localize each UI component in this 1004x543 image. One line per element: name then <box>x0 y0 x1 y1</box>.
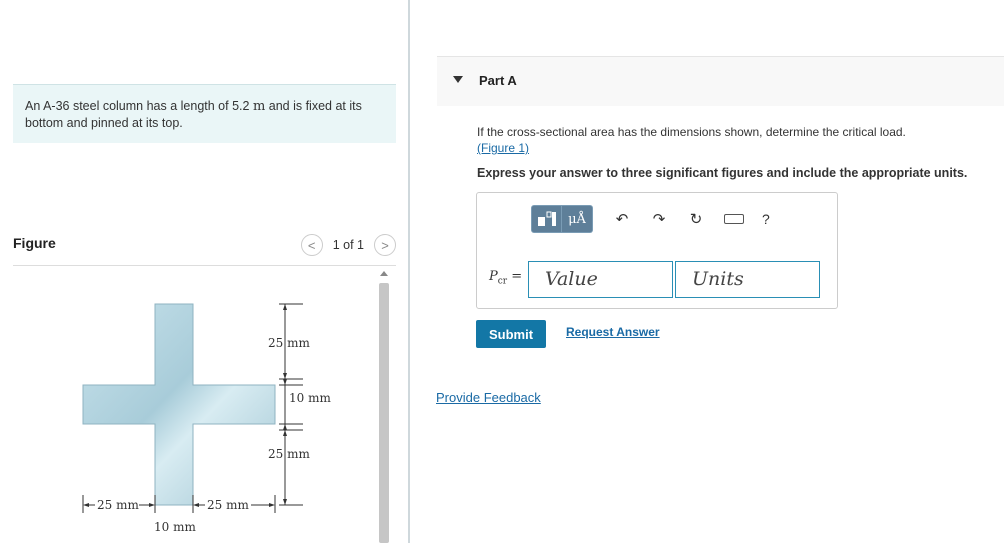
figure-image: 25 mm 10 mm 25 mm 25 mm 25 mm 10 mm <box>13 267 393 543</box>
part-title: Part A <box>479 73 517 88</box>
left-pane: An A-36 steel column has a length of 5.2… <box>0 0 408 543</box>
submit-button[interactable]: Submit <box>476 320 546 348</box>
length-unit: m <box>252 99 266 114</box>
reset-icon[interactable]: ↻ <box>688 210 704 228</box>
help-icon[interactable]: ? <box>762 211 770 227</box>
dim-label-right: 25 mm <box>207 498 249 512</box>
problem-text-start: An A-36 steel column has a length of 5.2 <box>25 99 253 113</box>
figure-pager: < 1 of 1 > <box>300 234 396 256</box>
question-body: If the cross-sectional area has the dime… <box>477 125 906 139</box>
next-figure-button[interactable]: > <box>374 234 396 256</box>
figure-title: Figure <box>13 235 56 251</box>
templates-button[interactable] <box>531 205 562 233</box>
undo-icon[interactable]: ↶ <box>614 210 630 228</box>
units-input[interactable]: Units <box>675 261 820 298</box>
answer-box: μÅ ↶ ↷ ↻ ? Pcr = Value Units <box>476 192 838 309</box>
math-toolbar: μÅ ↶ ↷ ↻ ? <box>531 205 770 233</box>
pane-divider[interactable] <box>408 0 410 543</box>
request-answer-link[interactable]: Request Answer <box>566 325 660 339</box>
keyboard-icon[interactable] <box>724 214 744 224</box>
scroll-thumb[interactable] <box>379 283 389 543</box>
value-input[interactable]: Value <box>528 261 673 298</box>
redo-icon[interactable]: ↷ <box>651 210 667 228</box>
question-text: If the cross-sectional area has the dime… <box>477 124 987 156</box>
pcr-symbol: P <box>489 269 498 284</box>
dim-label-top: 25 mm <box>268 336 310 350</box>
scroll-up-arrow-icon[interactable] <box>380 271 388 276</box>
problem-statement: An A-36 steel column has a length of 5.2… <box>13 84 396 143</box>
pager-count: 1 of 1 <box>332 238 364 252</box>
pcr-subscript: cr <box>497 276 508 287</box>
units-symbol-button[interactable]: μÅ <box>562 205 593 233</box>
dim-label-bottom: 25 mm <box>268 447 310 461</box>
answer-instruction: Express your answer to three significant… <box>477 166 968 180</box>
figure-link[interactable]: (Figure 1) <box>477 141 529 155</box>
dim-label-middle: 10 mm <box>289 391 331 405</box>
templates-icon <box>537 211 556 226</box>
dim-label-left: 25 mm <box>97 498 139 512</box>
dim-label-center: 10 mm <box>154 520 196 534</box>
cross-section-shape <box>82 303 276 506</box>
prev-figure-button[interactable]: < <box>300 234 323 256</box>
part-a-header[interactable]: Part A <box>437 56 1004 106</box>
pcr-equals: = <box>507 269 523 284</box>
cross-section-diagram: 25 mm 10 mm 25 mm 25 mm 25 mm 10 mm <box>82 303 331 534</box>
provide-feedback-link[interactable]: Provide Feedback <box>436 390 541 405</box>
collapse-triangle-icon[interactable] <box>453 76 463 83</box>
pcr-label: Pcr = <box>489 269 522 287</box>
figure-scrollbar[interactable] <box>379 271 389 543</box>
figure-header: Figure < 1 of 1 > <box>13 232 396 266</box>
